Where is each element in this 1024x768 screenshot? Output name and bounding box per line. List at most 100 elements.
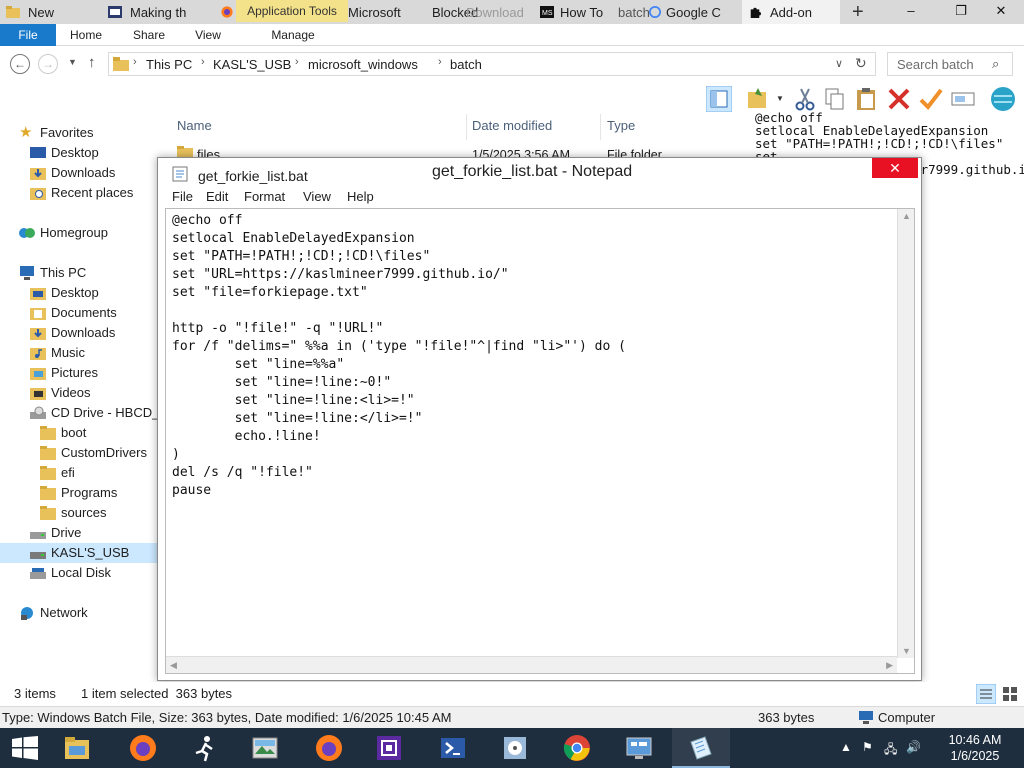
- nav-fav-desktop[interactable]: Desktop: [0, 143, 99, 163]
- breadcrumb-batch[interactable]: batch: [450, 57, 482, 72]
- nav-local-disk[interactable]: Local Disk: [0, 563, 111, 583]
- browser-tab-6[interactable]: Download: [466, 0, 536, 24]
- scroll-left-icon[interactable]: ◀: [170, 660, 177, 671]
- properties-icon[interactable]: [746, 86, 772, 112]
- menu-view[interactable]: View: [303, 189, 331, 204]
- scroll-right-icon[interactable]: ▶: [886, 660, 893, 671]
- nav-drive[interactable]: Drive: [0, 523, 81, 543]
- nav-favorites[interactable]: ★ Favorites: [0, 123, 93, 143]
- nav-pc-documents[interactable]: Documents: [0, 303, 117, 323]
- taskbar-chrome[interactable]: [548, 728, 606, 768]
- nav-cd-drive[interactable]: CD Drive - HBCD_: [0, 403, 159, 423]
- scroll-up-icon[interactable]: ▲: [902, 211, 911, 221]
- nav-pc-desktop[interactable]: Desktop: [0, 283, 99, 303]
- preview-pane-icon[interactable]: [706, 86, 732, 112]
- show-hidden-icons-icon[interactable]: ▲: [840, 740, 852, 754]
- nav-cd-efi[interactable]: efi: [0, 463, 75, 483]
- browser-tab-1[interactable]: New: [0, 0, 100, 24]
- cut-icon[interactable]: [792, 86, 818, 112]
- notepad-window[interactable]: get_forkie_list.bat get_forkie_list.bat …: [157, 157, 922, 681]
- network-tray-icon[interactable]: 🖧: [884, 740, 897, 761]
- breadcrumb-microsoft-windows[interactable]: microsoft_windows: [308, 57, 418, 72]
- taskbar-media[interactable]: [486, 728, 544, 768]
- rename-icon[interactable]: [950, 86, 976, 112]
- nav-pc-music[interactable]: Music: [0, 343, 85, 363]
- taskbar-firefox-2[interactable]: [300, 728, 358, 768]
- chevron-down-icon[interactable]: ▼: [776, 94, 784, 103]
- search-input[interactable]: Search batch ⌕: [887, 52, 1013, 76]
- column-header-type[interactable]: Type: [607, 118, 635, 133]
- copy-icon[interactable]: [822, 86, 848, 112]
- ribbon-tab-share[interactable]: Share: [124, 24, 174, 46]
- taskbar-powershell[interactable]: [424, 728, 482, 768]
- scroll-down-icon[interactable]: ▼: [902, 646, 911, 656]
- nav-cd-customdrivers[interactable]: CustomDrivers: [0, 443, 147, 463]
- nav-network[interactable]: Network: [0, 603, 88, 623]
- nav-this-pc[interactable]: This PC: [0, 263, 86, 283]
- menu-help[interactable]: Help: [347, 189, 374, 204]
- breadcrumb-usb[interactable]: KASL'S_USB: [213, 57, 291, 72]
- up-arrow-icon[interactable]: ↑: [88, 54, 96, 71]
- media-icon: [504, 737, 526, 759]
- menu-format[interactable]: Format: [244, 189, 285, 204]
- horizontal-scrollbar[interactable]: ◀ ▶: [166, 656, 897, 673]
- nav-cd-sources[interactable]: sources: [0, 503, 107, 523]
- ribbon-tab-manage[interactable]: Manage: [262, 24, 324, 46]
- paste-icon[interactable]: [854, 86, 880, 112]
- taskbar-firefox[interactable]: [114, 728, 172, 768]
- nav-pc-downloads[interactable]: Downloads: [0, 323, 115, 343]
- close-button[interactable]: ✕: [978, 0, 1024, 22]
- nav-homegroup[interactable]: Homegroup: [0, 223, 108, 243]
- address-bar[interactable]: › This PC › KASL'S_USB › microsoft_windo…: [108, 52, 876, 76]
- browser-tab-10[interactable]: Add-on: [742, 0, 840, 24]
- notepad-text-area[interactable]: @echo off setlocal EnableDelayedExpansio…: [165, 208, 915, 674]
- menu-file[interactable]: File: [172, 189, 193, 204]
- nav-fav-downloads[interactable]: Downloads: [0, 163, 115, 183]
- nav-fav-recent-places[interactable]: Recent places: [0, 183, 133, 203]
- taskbar-file-explorer[interactable]: [48, 728, 106, 768]
- column-header-name[interactable]: Name: [177, 118, 212, 133]
- breadcrumb-separator-icon: ›: [201, 56, 205, 68]
- taskbar-control-panel[interactable]: [610, 728, 668, 768]
- browser-tab-2[interactable]: Making th: [102, 0, 212, 24]
- taskbar-notepad[interactable]: [672, 728, 730, 768]
- clock[interactable]: 10:46 AM 1/6/2025: [930, 732, 1020, 764]
- nav-kasls-usb[interactable]: KASL'S_USB: [0, 543, 158, 563]
- notepad-title-bar[interactable]: get_forkie_list.bat get_forkie_list.bat …: [158, 158, 921, 186]
- checkmark-icon[interactable]: [918, 86, 944, 112]
- notepad-content[interactable]: @echo off setlocal EnableDelayedExpansio…: [172, 212, 892, 500]
- nav-cd-programs[interactable]: Programs: [0, 483, 117, 503]
- taskbar-image-viewer[interactable]: [236, 728, 294, 768]
- ribbon-tab-view[interactable]: View: [186, 24, 230, 46]
- globe-icon[interactable]: [990, 86, 1016, 112]
- ribbon-tab-home[interactable]: Home: [60, 24, 112, 46]
- browser-tab-9[interactable]: Google C: [644, 0, 740, 24]
- nav-pc-videos[interactable]: Videos: [0, 383, 91, 403]
- search-icon[interactable]: ⌕: [992, 56, 999, 72]
- taskbar-runner-app[interactable]: [176, 728, 234, 768]
- address-dropdown-icon[interactable]: ∨: [835, 57, 843, 70]
- nav-label: Downloads: [51, 325, 116, 340]
- forward-button[interactable]: →: [38, 54, 58, 74]
- taskbar-cpu-app[interactable]: [360, 728, 418, 768]
- notepad-close-button[interactable]: ✕: [872, 158, 918, 178]
- recent-locations-icon[interactable]: ▼: [68, 57, 77, 67]
- back-button[interactable]: ←: [10, 54, 30, 74]
- flag-icon[interactable]: ⚑: [862, 740, 873, 754]
- minimize-button[interactable]: –: [888, 0, 934, 22]
- delete-icon[interactable]: [886, 86, 912, 112]
- music-icon: [30, 348, 46, 360]
- ribbon-tab-file[interactable]: File: [0, 24, 56, 46]
- nav-cd-boot[interactable]: boot: [0, 423, 86, 443]
- details-view-icon[interactable]: [976, 684, 996, 704]
- ms-icon: MS: [540, 6, 554, 18]
- column-header-date[interactable]: Date modified: [472, 118, 552, 133]
- volume-icon[interactable]: 🔊: [906, 740, 921, 754]
- new-tab-button[interactable]: +: [852, 2, 864, 22]
- vertical-scrollbar[interactable]: ▲ ▼: [897, 209, 914, 658]
- menu-edit[interactable]: Edit: [206, 189, 228, 204]
- large-icons-view-icon[interactable]: [1000, 684, 1020, 704]
- breadcrumb-this-pc[interactable]: This PC: [146, 57, 192, 72]
- refresh-icon[interactable]: ↻: [855, 55, 867, 72]
- nav-pc-pictures[interactable]: Pictures: [0, 363, 98, 383]
